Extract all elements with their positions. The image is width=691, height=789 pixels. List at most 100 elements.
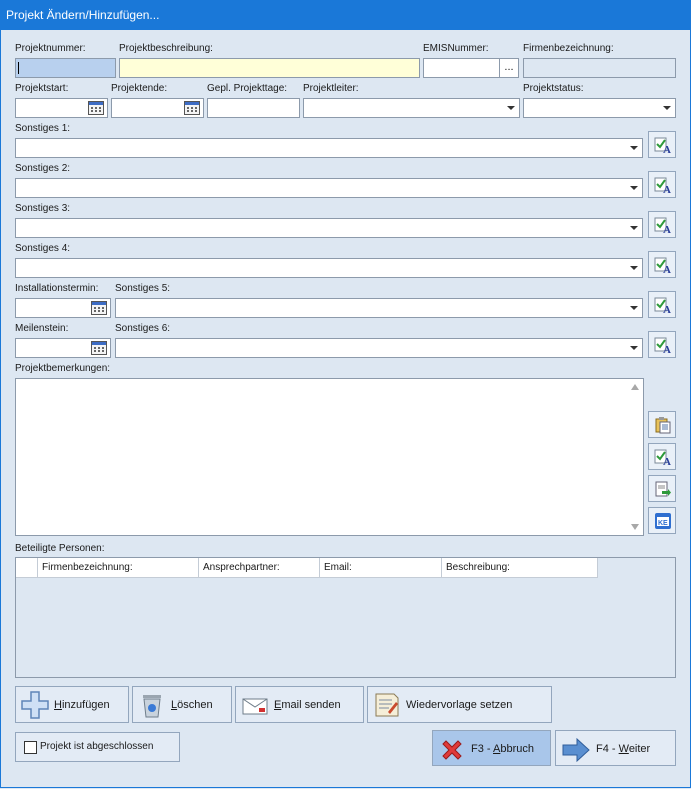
send-email-button[interactable]: Email senden (235, 686, 364, 723)
svg-text:A: A (663, 144, 671, 154)
paste-note-button[interactable] (648, 411, 676, 438)
edit-text-icon: A (654, 337, 671, 354)
close-icon (442, 740, 462, 760)
sonstiges2-dropdown[interactable] (15, 178, 643, 198)
edit-text-icon: A (654, 449, 671, 466)
gepl-projekttage-label: Gepl. Projekttage: (207, 83, 288, 94)
edit-sonstiges5-button[interactable]: A (648, 291, 676, 318)
beteiligte-personen-table[interactable]: Firmenbezeichnung: Ansprechpartner: Emai… (15, 557, 676, 678)
insert-note-button[interactable] (648, 475, 676, 502)
sonstiges4-label: Sonstiges 4: (15, 243, 71, 254)
text-caret (18, 62, 19, 74)
edit-sonstiges1-button[interactable]: A (648, 131, 676, 158)
trash-icon (143, 695, 161, 718)
calendar-icon[interactable] (91, 341, 107, 355)
scroll-up-icon[interactable] (631, 384, 639, 390)
projektleiter-dropdown[interactable] (303, 98, 520, 118)
add-person-button[interactable]: Hinzufügen (15, 686, 129, 723)
edit-sonstiges3-button[interactable]: A (648, 211, 676, 238)
set-reminder-label: Wiedervorlage setzen (406, 699, 513, 711)
edit-text-icon: A (654, 297, 671, 314)
sonstiges4-dropdown[interactable] (15, 258, 643, 278)
cancel-label: F3 - Abbruch (471, 743, 534, 755)
vertical-scrollbar[interactable] (628, 379, 643, 535)
projekt-abgeschlossen-checkbox[interactable]: Projekt ist abgeschlossen (15, 732, 180, 762)
edit-sonstiges6-button[interactable]: A (648, 331, 676, 358)
chevron-down-icon[interactable] (626, 139, 642, 157)
sonstiges3-dropdown[interactable] (15, 218, 643, 238)
gepl-projekttage-field[interactable] (207, 98, 300, 118)
calendar-icon[interactable] (184, 101, 200, 115)
next-button[interactable]: F4 - Weiter (555, 730, 676, 766)
chevron-down-icon[interactable] (626, 179, 642, 197)
svg-text:A: A (663, 344, 671, 354)
svg-text:KE: KE (658, 520, 668, 527)
cancel-button[interactable]: F3 - Abbruch (432, 730, 551, 766)
projektbemerkungen-label: Projektbemerkungen: (15, 363, 111, 374)
sonstiges1-dropdown[interactable] (15, 138, 643, 158)
sonstiges1-label: Sonstiges 1: (15, 123, 71, 134)
plus-icon (21, 691, 49, 719)
svg-text:A: A (663, 184, 671, 194)
sonstiges2-label: Sonstiges 2: (15, 163, 71, 174)
delete-button[interactable]: Löschen (132, 686, 232, 723)
edit-text-icon: A (654, 177, 671, 194)
ke-note-button[interactable]: KE (648, 507, 676, 534)
sonstiges5-label: Sonstiges 5: (115, 283, 171, 294)
installationstermin-date[interactable] (15, 298, 111, 318)
meilenstein-label: Meilenstein: (15, 323, 69, 334)
calendar-icon[interactable] (88, 101, 104, 115)
projektleiter-label: Projektleiter: (303, 83, 359, 94)
chevron-down-icon[interactable] (626, 339, 642, 357)
projektbeschreibung-field[interactable] (119, 58, 420, 78)
scroll-down-icon[interactable] (631, 524, 639, 530)
column-header[interactable]: Firmenbezeichnung: (38, 558, 199, 577)
chevron-down-icon[interactable] (503, 99, 519, 117)
edit-sonstiges4-button[interactable]: A (648, 251, 676, 278)
projektstart-date[interactable] (15, 98, 108, 118)
sonstiges5-dropdown[interactable] (115, 298, 643, 318)
svg-text:A: A (663, 224, 671, 234)
projektstatus-label: Projektstatus: (523, 83, 584, 94)
svg-text:A: A (663, 264, 671, 274)
column-header[interactable]: Beschreibung: (442, 558, 598, 577)
column-header[interactable]: Ansprechpartner: (199, 558, 320, 577)
chevron-down-icon[interactable] (659, 99, 675, 117)
projekt-abgeschlossen-label: Projekt ist abgeschlossen (40, 741, 154, 752)
chevron-down-icon[interactable] (626, 299, 642, 317)
send-email-label: Email senden (274, 699, 341, 711)
svg-text:A: A (663, 304, 671, 314)
chevron-down-icon[interactable] (626, 219, 642, 237)
beteiligte-personen-label: Beteiligte Personen: (15, 543, 105, 554)
sonstiges3-label: Sonstiges 3: (15, 203, 71, 214)
emis-lookup-button[interactable]: ... (499, 59, 518, 77)
firmenbezeichnung-field (523, 58, 676, 78)
calendar-icon[interactable] (91, 301, 107, 315)
projektstatus-dropdown[interactable] (523, 98, 676, 118)
checkbox-square[interactable] (24, 741, 37, 754)
edit-text-icon: A (654, 137, 671, 154)
arrow-right-icon (562, 737, 590, 763)
envelope-icon (242, 698, 268, 715)
window-title: Projekt Ändern/Hinzufügen... (6, 8, 160, 22)
projektende-label: Projektende: (111, 83, 168, 94)
emisnummer-field[interactable]: ... (423, 58, 519, 78)
sonstiges6-dropdown[interactable] (115, 338, 643, 358)
column-header[interactable]: Email: (320, 558, 442, 577)
title-bar: Projekt Ändern/Hinzufügen... (0, 0, 691, 30)
projektende-date[interactable] (111, 98, 204, 118)
set-reminder-button[interactable]: Wiedervorlage setzen (367, 686, 552, 723)
projektbemerkungen-textarea[interactable] (15, 378, 644, 536)
edit-text-icon: A (654, 217, 671, 234)
delete-label: Löschen (171, 699, 213, 711)
reminder-calendar-icon (375, 693, 399, 717)
sonstiges6-label: Sonstiges 6: (115, 323, 171, 334)
chevron-down-icon[interactable] (626, 259, 642, 277)
clipboard-icon (655, 417, 671, 434)
edit-note-button[interactable]: A (648, 443, 676, 470)
edit-sonstiges2-button[interactable]: A (648, 171, 676, 198)
meilenstein-date[interactable] (15, 338, 111, 358)
projektnummer-field[interactable] (15, 58, 116, 78)
add-person-label: Hinzufügen (54, 699, 110, 711)
installationstermin-label: Installationstermin: (15, 283, 99, 294)
